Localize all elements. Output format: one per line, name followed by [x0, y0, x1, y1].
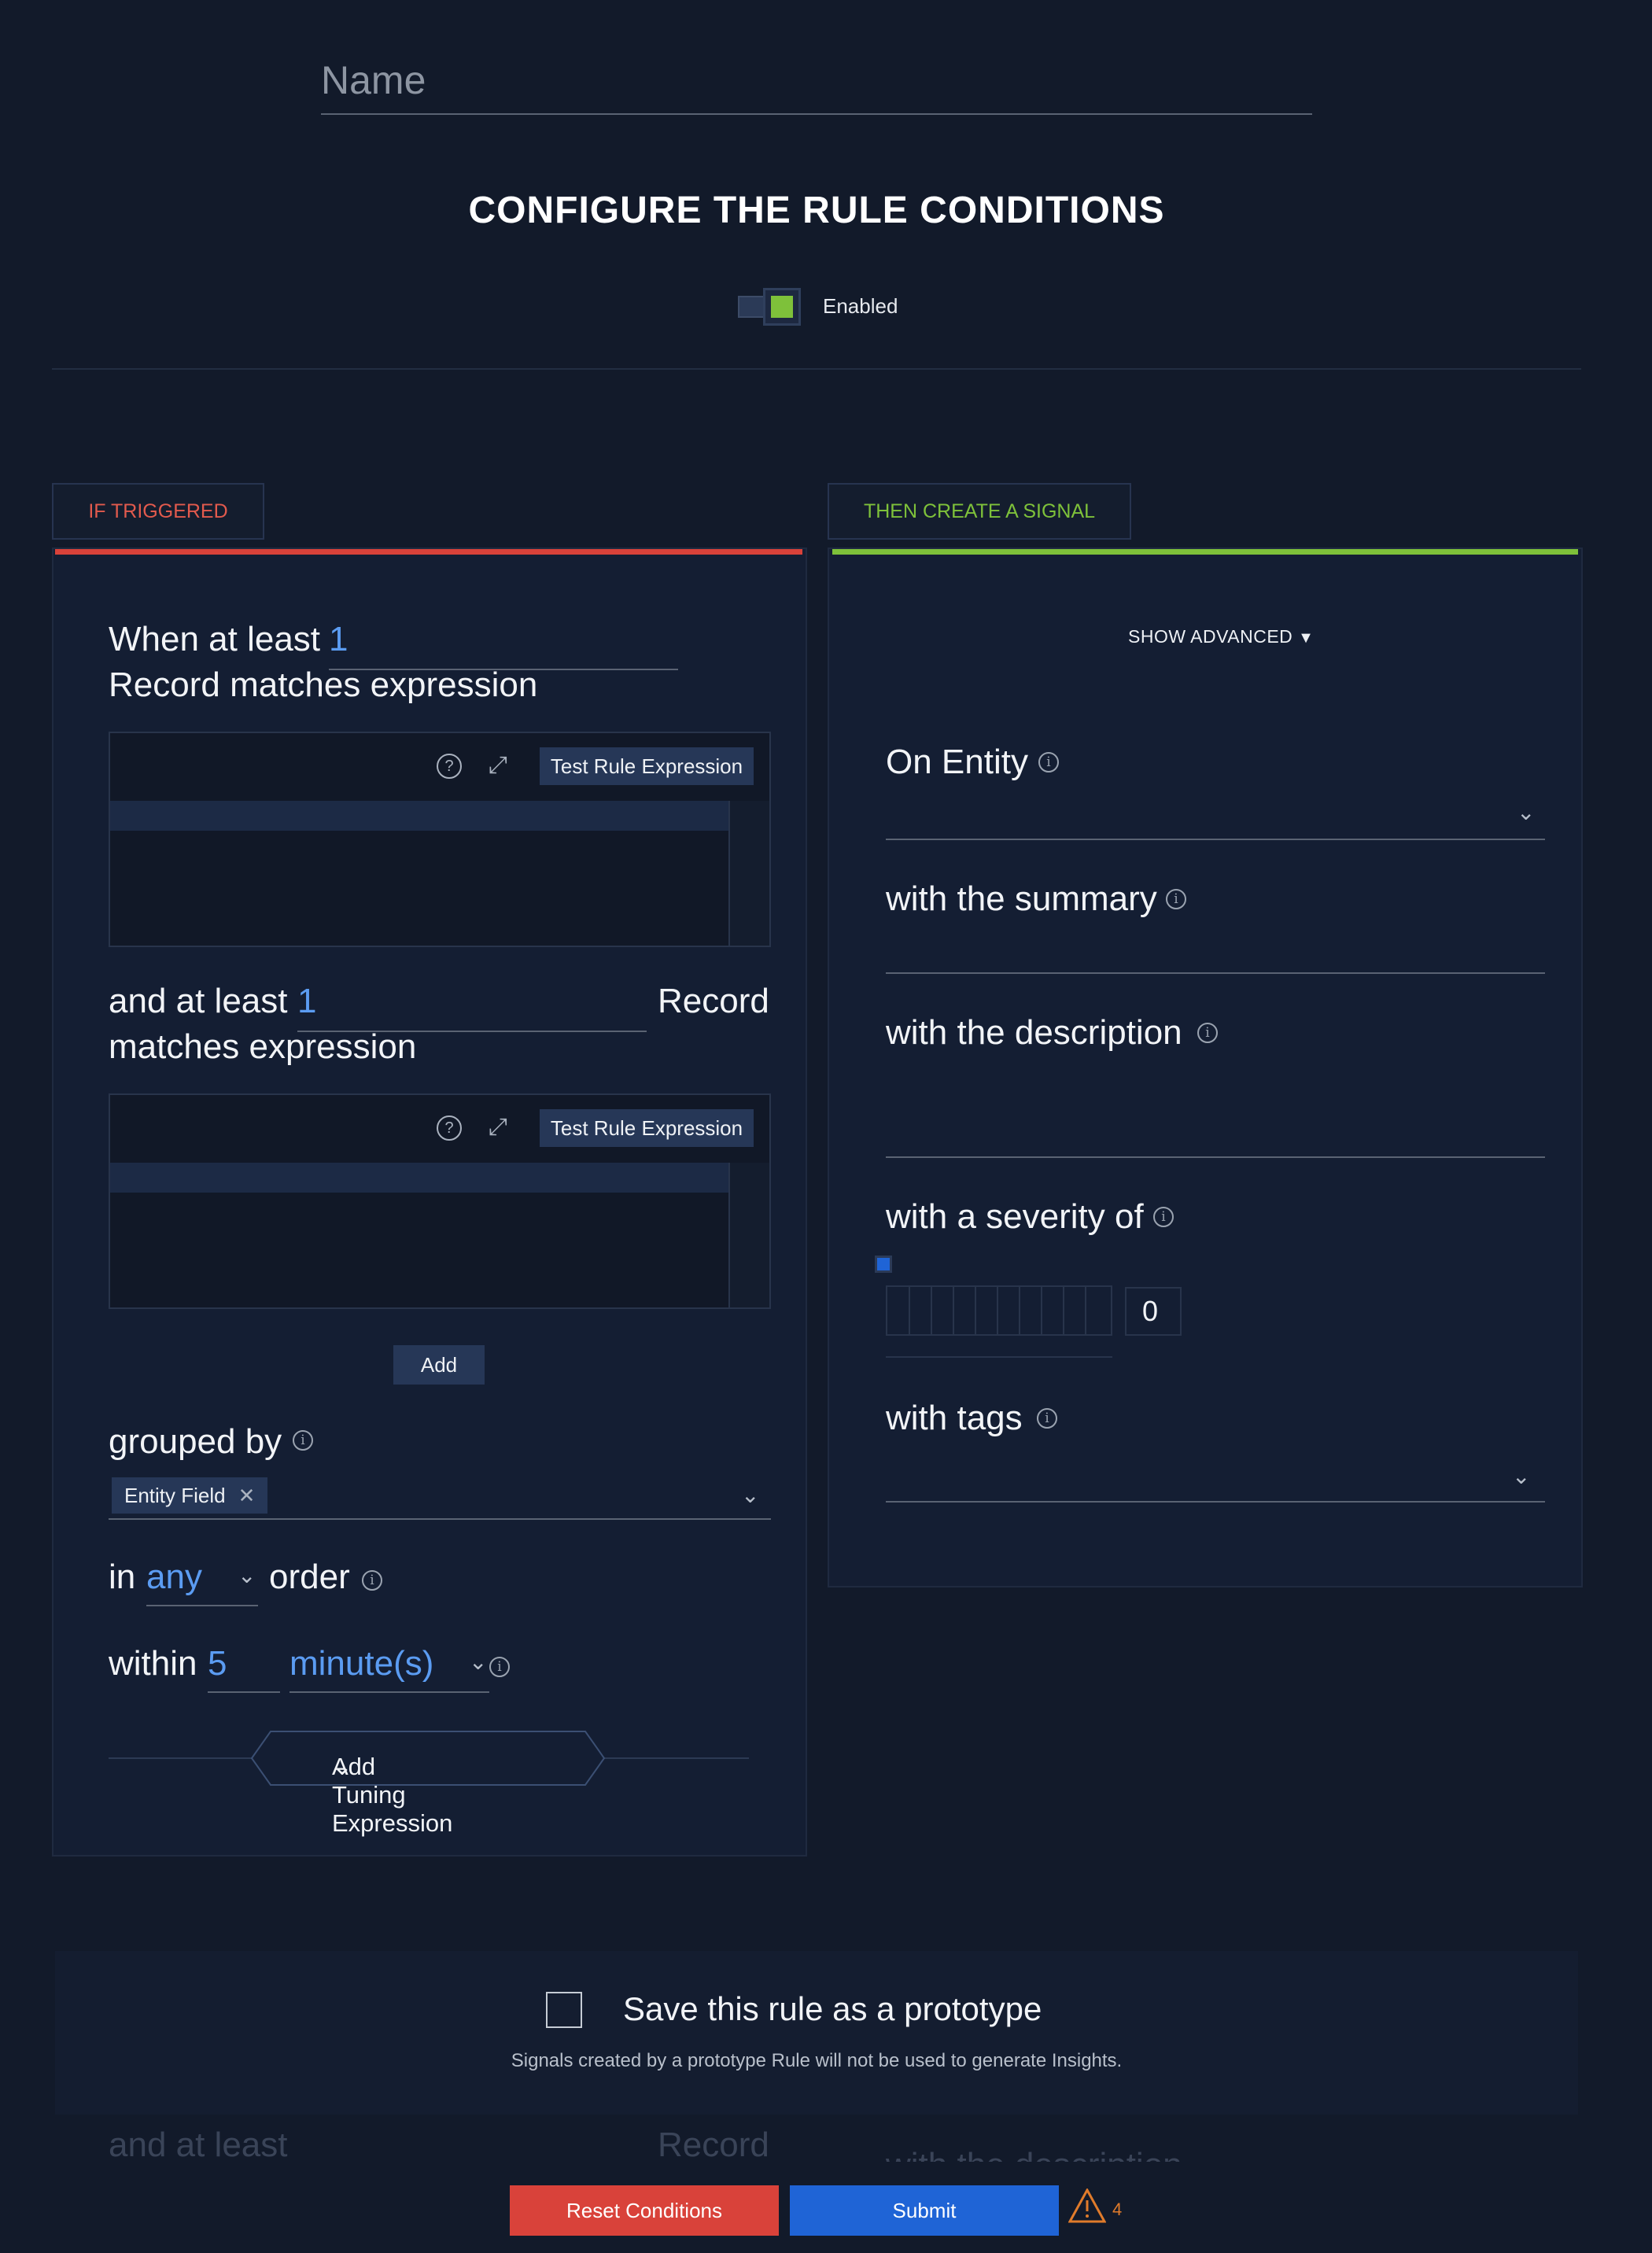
matches-expression-label: matches expression: [109, 1027, 417, 1066]
tab-then-create-signal[interactable]: THEN CREATE A SIGNAL: [828, 483, 1131, 540]
rule-name-input[interactable]: [321, 47, 1312, 115]
tuning-divider-right: [604, 1757, 749, 1759]
within-info-icon[interactable]: i: [489, 1657, 510, 1677]
description-info-icon[interactable]: i: [1197, 1023, 1218, 1043]
prototype-label: Save this rule as a prototype: [623, 1990, 1042, 2027]
submit-button[interactable]: Submit: [790, 2185, 1059, 2236]
chevron-down-icon[interactable]: ⌄: [1512, 1463, 1530, 1489]
chip-label: Entity Field: [124, 1484, 226, 1507]
chevron-down-icon[interactable]: ⌄: [1517, 799, 1535, 825]
tab-if-triggered[interactable]: IF TRIGGERED: [52, 483, 264, 540]
on-entity-info-icon[interactable]: i: [1038, 752, 1059, 773]
expand-icon[interactable]: ⤢: [485, 1114, 511, 1141]
show-advanced-toggle[interactable]: SHOW ADVANCED ▼: [1128, 626, 1314, 647]
prototype-note: Signals created by a prototype Rule will…: [511, 2050, 1123, 2071]
record-label: Record: [658, 982, 769, 1020]
help-icon[interactable]: ?: [437, 754, 462, 779]
tags-select[interactable]: [886, 1452, 1545, 1503]
header-divider: [52, 368, 1581, 370]
if-triggered-accent-bar: [55, 549, 802, 555]
editor-scrollbar[interactable]: [728, 1163, 769, 1307]
severity-info-icon[interactable]: i: [1153, 1207, 1174, 1227]
severity-slider-handle[interactable]: [875, 1256, 892, 1273]
tags-info-icon[interactable]: i: [1037, 1408, 1057, 1429]
chevron-down-icon[interactable]: ⌄: [741, 1482, 759, 1508]
severity-value[interactable]: 0: [1125, 1287, 1182, 1336]
record-matches-label: Record matches expression: [109, 666, 538, 704]
remove-chip-icon[interactable]: ✕: [238, 1484, 256, 1507]
page-title: CONFIGURE THE RULE CONDITIONS: [468, 190, 1165, 231]
within-value-input[interactable]: 5: [208, 1644, 280, 1693]
toggle-knob: [763, 288, 801, 326]
on-entity-label: On Entity: [886, 743, 1028, 781]
record-count-input-1[interactable]: 1: [329, 620, 678, 670]
expand-icon[interactable]: ⤢: [485, 752, 511, 779]
severity-label: with a severity of: [886, 1197, 1144, 1236]
summary-input[interactable]: [886, 925, 1545, 974]
caret-down-icon: ▼: [1298, 629, 1315, 647]
warning-count: 4: [1112, 2200, 1123, 2219]
chevron-down-icon[interactable]: ⌄: [469, 1649, 487, 1675]
add-expression-button[interactable]: Add: [393, 1345, 485, 1385]
warning-icon[interactable]: [1068, 2187, 1107, 2227]
summary-label: with the summary: [886, 879, 1157, 918]
entity-field-chip[interactable]: Entity Field ✕: [112, 1477, 268, 1514]
ghost-description: with the description: [886, 2146, 1182, 2162]
within-unit-select[interactable]: minute(s): [289, 1644, 489, 1693]
tags-label: with tags: [886, 1399, 1023, 1437]
then-create-accent-bar: [832, 549, 1578, 555]
test-rule-expression-button[interactable]: Test Rule Expression: [540, 1109, 754, 1147]
editor-active-line: [110, 801, 747, 831]
editor-scrollbar[interactable]: [728, 801, 769, 946]
within-label: within: [109, 1644, 197, 1683]
summary-info-icon[interactable]: i: [1166, 889, 1186, 909]
description-label: with the description: [886, 1013, 1182, 1052]
severity-scale: [886, 1350, 1112, 1358]
add-tuning-expression-button[interactable]: Add Tuning Expression ⌄: [250, 1731, 606, 1837]
prototype-section: [55, 1951, 1578, 2115]
on-entity-select[interactable]: [886, 790, 1545, 840]
and-at-least-label: and at least: [109, 982, 288, 1020]
ghost-record: Record: [658, 2126, 769, 2162]
record-count-input-2[interactable]: 1: [297, 982, 647, 1032]
in-label: in: [109, 1558, 136, 1596]
tuning-divider-left: [109, 1757, 253, 1759]
grouped-by-info-icon[interactable]: i: [293, 1430, 313, 1451]
help-icon[interactable]: ?: [437, 1115, 462, 1141]
chevron-down-icon[interactable]: ⌄: [238, 1562, 256, 1588]
chevron-down-icon: ⌄: [332, 1753, 352, 1780]
editor-active-line: [110, 1163, 747, 1193]
description-input[interactable]: [886, 1059, 1545, 1158]
when-at-least-label: When at least: [109, 620, 321, 658]
show-advanced-label: SHOW ADVANCED: [1128, 626, 1293, 647]
severity-slider-track[interactable]: [886, 1285, 1112, 1336]
prototype-checkbox[interactable]: [546, 1992, 582, 2028]
test-rule-expression-button[interactable]: Test Rule Expression: [540, 747, 754, 785]
ghost-and-at-least: and at least: [109, 2126, 288, 2162]
order-info-icon[interactable]: i: [362, 1570, 382, 1591]
order-label: order: [269, 1558, 350, 1596]
grouped-by-label: grouped by: [109, 1422, 282, 1461]
enabled-label: Enabled: [823, 294, 898, 318]
enabled-toggle[interactable]: [738, 288, 801, 326]
reset-conditions-button[interactable]: Reset Conditions: [510, 2185, 779, 2236]
